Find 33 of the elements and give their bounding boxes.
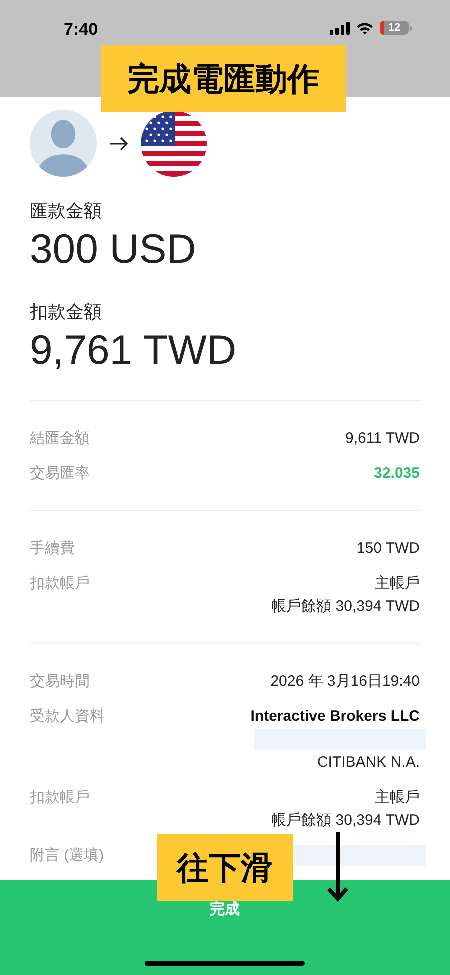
detail-value: 2026 年 3月16日19:40 [270,672,420,692]
arrow-right-icon [109,136,129,150]
detail-value: 帳戶餘額 30,394 TWD [272,597,420,617]
detail-label: 附言 (選填) [30,846,104,866]
arrow-down-icon [327,832,349,902]
detail-value: CITIBANK N.A. [317,753,420,773]
detail-value: 主帳戶 [375,574,420,594]
clock-time: 7:40 [64,19,98,41]
flag-icon [141,110,207,176]
signal-icon [330,22,350,34]
detail-value: 主帳戶 [375,788,420,808]
detail-value: 150 TWD [356,539,420,559]
amount-label: 扣款金額 [30,301,103,324]
amount-value: 9,761 TWD [30,326,238,374]
amount-value: 300 USD [30,225,198,273]
detail-label: 扣款帳戶 [30,574,90,594]
done-button[interactable]: 完成 [194,900,256,920]
annotation-label: 往下滑 [157,834,293,901]
wifi-icon [356,22,374,34]
detail-label: 交易時間 [30,672,90,692]
detail-value: 9,611 TWD [346,429,420,449]
battery-percent: 12 [388,22,401,34]
detail-label: 扣款帳戶 [30,788,90,808]
amount-label: 匯款金額 [30,200,103,223]
detail-label: 手續費 [30,539,75,559]
detail-label: 受款人資料 [30,707,105,727]
detail-value: Interactive Brokers LLC [250,707,420,727]
annotation-label: 完成電匯動作 [101,45,346,112]
detail-label: 交易匯率 [30,464,90,484]
detail-value: 帳戶餘額 30,394 TWD [272,811,420,831]
detail-label: 結匯金額 [30,429,90,449]
avatar-icon [30,110,97,177]
detail-value: 32.035 [374,464,420,484]
